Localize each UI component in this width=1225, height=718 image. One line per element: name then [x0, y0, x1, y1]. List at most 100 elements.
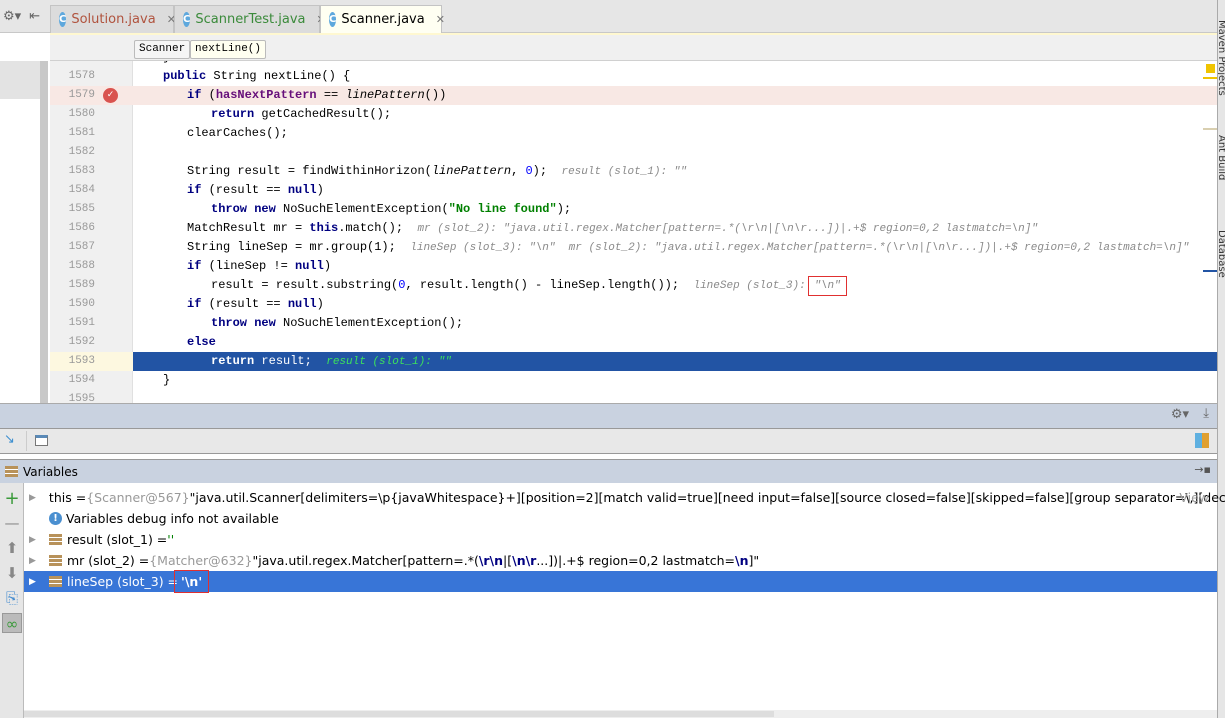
code-line[interactable]: 1587 String lineSep = mr.group(1); lineSe… [50, 238, 1217, 257]
code-token: throw [211, 316, 248, 330]
expand-arrow-icon[interactable]: ▶ [29, 577, 41, 587]
error-stripe[interactable] [1203, 61, 1217, 403]
variable-text: {Scanner@567} [86, 490, 190, 505]
code-line[interactable]: 1578 public String nextLine() { [50, 67, 1217, 86]
line-number: 1590 [68, 298, 95, 310]
pin-left-icon[interactable]: ⇤ [29, 9, 40, 24]
variable-row[interactable]: ▶ mr (slot_2) = {Matcher@632} "java.util.… [24, 550, 1217, 571]
expand-arrow-icon[interactable]: ▶ [29, 535, 41, 545]
code-token: .match(); [338, 221, 418, 235]
code-token: new [254, 316, 276, 330]
line-number: 1581 [68, 127, 95, 139]
maven-projects-tool-button[interactable]: Maven Projects [1218, 20, 1225, 96]
code-token: 0 [525, 164, 533, 178]
line-number: 1588 [68, 260, 95, 272]
copy-icon[interactable]: ⎘ [2, 588, 22, 608]
variable-text: |[ [503, 553, 513, 568]
code-line[interactable]: 1583 String result = findWithinHorizon(li… [50, 162, 1217, 181]
code-token: clearCaches(); [187, 126, 288, 140]
code-token: } [163, 61, 170, 64]
code-text: MatchResult mr = this.match(); mr (slot_… [187, 219, 1038, 239]
code-token: ()) [424, 88, 447, 102]
evaluate-expression-icon[interactable] [35, 435, 48, 446]
move-up-icon[interactable]: ⬆ [2, 538, 22, 558]
code-line[interactable]: 1590 if (result == null) [50, 295, 1217, 314]
code-token: linePattern [431, 164, 512, 178]
code-line[interactable]: 1591 throw new NoSuchElementException(); [50, 314, 1217, 333]
move-down-icon[interactable]: ⬇ [2, 563, 22, 583]
code-token: null [295, 259, 324, 273]
code-text: throw new NoSuchElementException("No lin… [211, 200, 571, 219]
hide-panel-icon[interactable]: ⤓ [1203, 406, 1209, 421]
tab-solution-java[interactable]: C Solution.java ✕ [50, 5, 176, 33]
line-number: 1582 [68, 146, 95, 158]
variable-text: "java.util.regex.Matcher[pattern=.*( [252, 553, 479, 568]
code-line[interactable]: 1593 return result; result (slot_1): "" [50, 352, 1217, 371]
variable-row[interactable]: ! Variables debug info not available [24, 508, 1217, 529]
variable-row[interactable]: ▶ result (slot_1) = '' [24, 529, 1217, 550]
breadcrumb-class[interactable]: Scanner [134, 40, 191, 59]
ant-build-tool-button[interactable]: Ant Build [1218, 135, 1225, 180]
variable-text: result (slot_1) = [67, 532, 168, 547]
code-token: public [163, 69, 207, 83]
code-token: hasNextPattern [215, 88, 317, 102]
tab-label: ScannerTest.java [195, 12, 306, 27]
tab-label: Solution.java [71, 12, 156, 27]
show-watches-icon[interactable]: ∞ [2, 613, 22, 633]
field-icon [49, 576, 62, 587]
breadcrumb-method[interactable]: nextLine() [190, 40, 267, 59]
expand-arrow-icon[interactable]: ▶ [29, 556, 41, 566]
variable-text: lineSep (slot_3) = [67, 574, 179, 589]
expand-arrow-icon[interactable]: ▶ [29, 493, 36, 503]
tab-scannertest-java[interactable]: CScannerTest.java✕ [174, 5, 326, 33]
code-line[interactable]: 1582 [50, 143, 1217, 162]
code-line[interactable]: 1584 if (result == null) [50, 181, 1217, 200]
field-icon [49, 555, 62, 566]
database-tool-button[interactable]: Database [1218, 230, 1225, 278]
code-token: result = result.substring( [211, 278, 399, 292]
code-line[interactable]: 1585 throw new NoSuchElementException("No… [50, 200, 1217, 219]
settings-gear-icon[interactable]: ⚙▾ [1171, 407, 1189, 422]
horizontal-scrollbar[interactable] [24, 710, 1217, 718]
close-tab-icon[interactable]: ✕ [436, 13, 445, 26]
code-line[interactable]: 1595 [50, 390, 1217, 403]
variables-header: Variables →▪ [0, 459, 1217, 483]
code-text: clearCaches(); [187, 124, 288, 143]
code-line[interactable]: 1589 result = result.substring(0, result.… [50, 276, 1217, 296]
code-token: result (slot_1): "" [326, 356, 452, 368]
code-line[interactable]: 1592 else [50, 333, 1217, 352]
view-link[interactable]: View [1179, 490, 1209, 505]
variable-text: "java.util.Scanner[delimiters=\p{javaWhi… [189, 490, 1225, 505]
code-text: else [187, 333, 216, 352]
code-line[interactable]: 1586 MatchResult mr = this.match(); mr (s… [50, 219, 1217, 238]
code-token: String lineSep = mr.group(1); [187, 240, 411, 254]
code-token: (result == [201, 183, 288, 197]
code-token: lineSep (slot_3): [693, 280, 813, 292]
code-token: NoSuchElementException(); [275, 316, 464, 330]
threads-icon[interactable] [1195, 433, 1209, 448]
right-tool-strip: Maven Projects Ant Build Database [1217, 0, 1225, 718]
remove-watch-icon[interactable]: — [2, 513, 22, 533]
code-line[interactable]: 1580 return getCachedResult(); [50, 105, 1217, 124]
tab-scanner-java[interactable]: C Scanner.java ✕ [320, 5, 445, 33]
restore-layout-icon[interactable]: →▪ [1194, 463, 1211, 476]
inspection-status-icon[interactable] [1206, 64, 1215, 73]
step-into-cursor-icon[interactable]: ↘ [4, 432, 15, 447]
code-text: if (result == null) [187, 295, 324, 314]
code-editor[interactable]: 1577}1578public String nextLine() {1579✓… [50, 61, 1217, 403]
settings-gear-icon[interactable]: ⚙▾ [3, 9, 21, 24]
breakpoint-icon[interactable]: ✓ [103, 88, 118, 103]
code-line[interactable]: 1579 ✓ if (hasNextPattern == linePattern()… [50, 86, 1217, 105]
variable-row[interactable]: ▶ lineSep (slot_3) = '\n' [24, 570, 1217, 593]
code-token: getCachedResult(); [254, 107, 392, 121]
code-token: linePattern [345, 88, 425, 102]
variable-row[interactable]: ▶ this = {Scanner@567} "java.util.Scanner… [24, 487, 1225, 508]
code-line[interactable]: 1581 clearCaches(); [50, 124, 1217, 143]
code-token: , [511, 164, 526, 178]
code-line[interactable]: 1594} [50, 371, 1217, 390]
code-token: String result = findWithinHorizon( [187, 164, 432, 178]
variables-side-toolbar: + — ⬆ ⬇ ⎘ ∞ [0, 483, 24, 718]
add-watch-icon[interactable]: + [2, 489, 22, 509]
code-text: result = result.substring(0, result.leng… [211, 276, 847, 296]
code-line[interactable]: 1588 if (lineSep != null) [50, 257, 1217, 276]
